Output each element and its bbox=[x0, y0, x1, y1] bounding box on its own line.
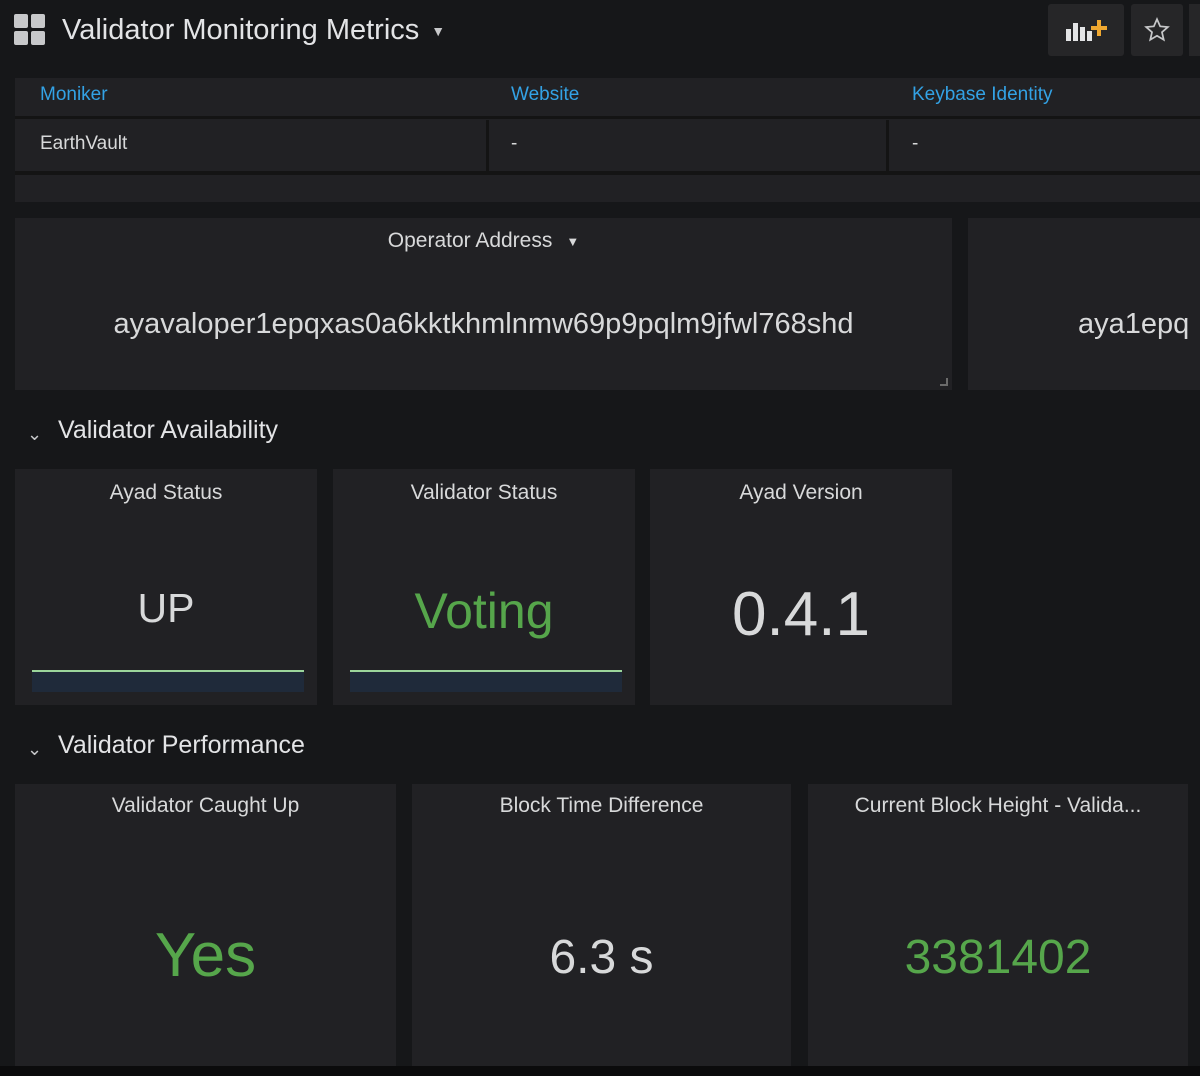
column-divider bbox=[486, 120, 489, 172]
cell-keybase: - bbox=[912, 133, 919, 154]
panel-title[interactable]: Ayad Version bbox=[650, 481, 952, 505]
validator-caught-up-panel: Validator Caught Up Yes bbox=[15, 784, 396, 1066]
dashboard: Validator Monitoring Metrics ▼ Moniker We… bbox=[0, 0, 1200, 1076]
column-header-website[interactable]: Website bbox=[511, 84, 579, 106]
sparkline bbox=[350, 670, 622, 692]
panel-title[interactable]: Validator Caught Up bbox=[15, 794, 396, 818]
caret-down-icon: ▼ bbox=[566, 233, 580, 249]
star-icon bbox=[1144, 17, 1170, 42]
resize-handle[interactable] bbox=[940, 378, 948, 386]
dashboard-title-picker[interactable]: Validator Monitoring Metrics ▼ bbox=[62, 10, 445, 51]
validator-status-value: Voting bbox=[414, 583, 554, 639]
cell-website: - bbox=[511, 133, 518, 154]
block-time-difference-panel: Block Time Difference 6.3 s bbox=[412, 784, 791, 1066]
current-block-height-panel: Current Block Height - Valida... 3381402 bbox=[808, 784, 1188, 1066]
column-header-keybase[interactable]: Keybase Identity bbox=[912, 84, 1052, 106]
section-title-availability[interactable]: Validator Availability bbox=[58, 416, 278, 445]
ayad-status-value: UP bbox=[137, 585, 195, 631]
ayad-status-panel: Ayad Status UP bbox=[15, 469, 317, 705]
operator-address-value: ayavaloper1epqxas0a6kktkhmlnmw69p9pqlm9j… bbox=[113, 308, 854, 340]
add-panel-button[interactable] bbox=[1048, 4, 1124, 56]
account-address-panel: aya1epq bbox=[968, 218, 1200, 390]
sparkline bbox=[32, 670, 304, 692]
more-button[interactable] bbox=[1189, 4, 1200, 56]
validator-status-panel: Validator Status Voting bbox=[333, 469, 635, 705]
column-header-moniker[interactable]: Moniker bbox=[40, 84, 108, 106]
cell-moniker: EarthVault bbox=[40, 133, 128, 154]
block-time-value: 6.3 s bbox=[549, 931, 654, 984]
section-title-performance[interactable]: Validator Performance bbox=[58, 731, 305, 760]
operator-address-panel: Operator Address ▼ ayavaloper1epqxas0a6kk… bbox=[15, 218, 952, 390]
bottom-edge bbox=[0, 1066, 1200, 1076]
dashboard-title: Validator Monitoring Metrics bbox=[62, 14, 420, 46]
dashboards-grid-icon[interactable] bbox=[14, 14, 46, 46]
chevron-down-icon[interactable]: ⌄ bbox=[27, 424, 42, 445]
panel-title: Operator Address bbox=[387, 229, 553, 252]
panel-title[interactable]: Current Block Height - Valida... bbox=[808, 794, 1188, 818]
caught-up-value: Yes bbox=[154, 921, 257, 990]
chevron-down-icon[interactable]: ⌄ bbox=[27, 739, 42, 760]
panel-title[interactable]: Ayad Status bbox=[15, 481, 317, 505]
ayad-version-value: 0.4.1 bbox=[732, 580, 870, 649]
add-panel-icon bbox=[1066, 20, 1107, 41]
account-address-value: aya1epq bbox=[1078, 308, 1190, 340]
column-divider bbox=[886, 120, 889, 172]
panel-title[interactable]: Validator Status bbox=[333, 481, 635, 505]
caret-down-icon: ▼ bbox=[431, 23, 446, 40]
star-button[interactable] bbox=[1131, 4, 1183, 56]
ayad-version-panel: Ayad Version 0.4.1 bbox=[650, 469, 952, 705]
row-divider bbox=[15, 171, 1200, 175]
block-height-value: 3381402 bbox=[904, 931, 1092, 984]
operator-address-header[interactable]: Operator Address ▼ bbox=[15, 229, 952, 253]
panel-title[interactable]: Block Time Difference bbox=[412, 794, 791, 818]
